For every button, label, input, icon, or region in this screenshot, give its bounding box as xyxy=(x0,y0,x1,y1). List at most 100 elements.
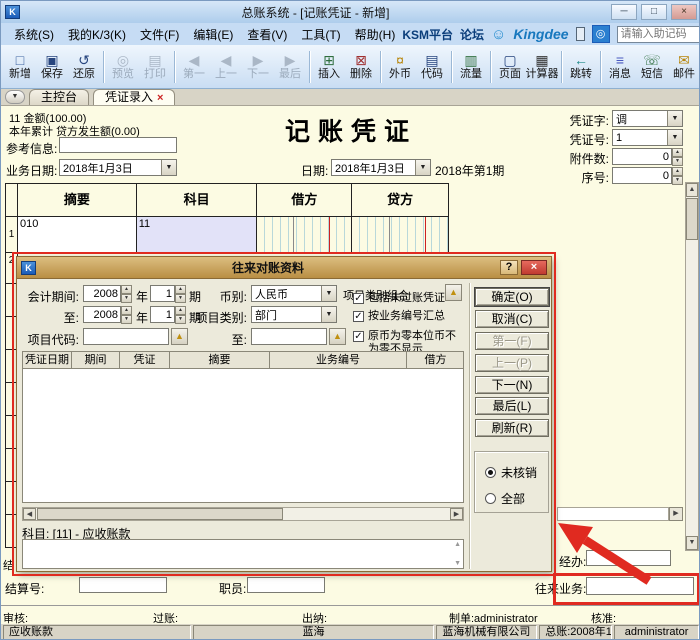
year-to-stepper[interactable]: ▲▼ xyxy=(83,306,132,323)
handler-input[interactable] xyxy=(586,550,671,566)
menu-file[interactable]: 文件(F) xyxy=(133,24,186,45)
debit-cell[interactable] xyxy=(257,217,352,252)
business-input[interactable] xyxy=(586,577,694,595)
checkbox-summarize-by-business-no[interactable]: ✓按业务编号汇总 xyxy=(353,310,469,323)
scroll-up-icon[interactable]: ▲ xyxy=(686,183,698,197)
menu-system[interactable]: 系统(S) xyxy=(7,24,61,45)
spin-down-icon[interactable]: ▼ xyxy=(175,315,186,324)
minimize-icon[interactable]: ─ xyxy=(611,4,637,20)
toolbar-button-insert[interactable]: ⊞插入 xyxy=(313,47,345,87)
chevron-down-icon[interactable]: ▼ xyxy=(667,111,682,126)
refresh-button[interactable]: 刷新(R) xyxy=(475,419,549,437)
dialog-close-icon[interactable]: × xyxy=(521,260,547,275)
menu-help[interactable]: 帮助(H) xyxy=(348,24,403,45)
radio-dot-icon[interactable] xyxy=(485,467,496,478)
radio-dot-icon[interactable] xyxy=(485,493,496,504)
menu-my-k3[interactable]: 我的K/3(K) xyxy=(61,24,133,45)
spin-down-icon[interactable]: ▼ xyxy=(672,157,683,166)
spin-up-icon[interactable]: ▲ xyxy=(121,306,132,315)
menu-view[interactable]: 查看(V) xyxy=(240,24,294,45)
smiley-icon[interactable]: ☺ xyxy=(491,27,506,42)
period-from-input[interactable] xyxy=(150,285,175,302)
ksm-platform-link[interactable]: KSM平台 xyxy=(402,26,453,43)
ok-button[interactable]: 确定(O) xyxy=(475,288,549,306)
voucher-vscrollbar[interactable]: ▲ ▼ xyxy=(685,182,699,551)
checkbox-include-unposted[interactable]: ✓包括未过账凭证 xyxy=(353,292,469,305)
toolbar-button-new[interactable]: □新增 xyxy=(4,47,36,87)
serial-stepper[interactable]: ▲▼ xyxy=(612,167,683,184)
toolbar-button-save[interactable]: ▣保存 xyxy=(36,47,68,87)
year-to-input[interactable] xyxy=(83,306,121,323)
account-cell[interactable]: 11 xyxy=(137,217,258,252)
date-combo[interactable]: 2018年1月3日 ▼ xyxy=(331,159,431,176)
mobile-icon[interactable] xyxy=(576,27,585,41)
code-to-browse-icon[interactable]: ▲ xyxy=(329,328,346,345)
search-icon[interactable]: ◎ xyxy=(592,25,610,43)
spin-down-icon[interactable]: ▼ xyxy=(121,294,132,303)
period-to-input[interactable] xyxy=(150,306,175,323)
reconciliation-table[interactable]: 凭证日期期间凭证摘要业务编号借方 xyxy=(22,351,464,503)
scroll-right-icon[interactable]: ▶ xyxy=(450,508,463,520)
close-icon[interactable]: × xyxy=(671,4,697,20)
tab-voucher-entry[interactable]: 凭证录入× xyxy=(93,89,175,105)
scroll-left-icon[interactable]: ◀ xyxy=(23,508,36,520)
currency-combo[interactable]: 人民币 ▼ xyxy=(251,285,337,302)
spin-up-icon[interactable]: ▲ xyxy=(672,167,683,176)
dlg-col-header[interactable]: 借方 xyxy=(407,352,464,368)
menu-edit[interactable]: 编辑(E) xyxy=(186,24,240,45)
spin-up-icon[interactable]: ▲ xyxy=(672,148,683,157)
toolbar-button-sms[interactable]: ☏短信 xyxy=(636,47,668,87)
biz-date-combo[interactable]: 2018年1月3日 ▼ xyxy=(59,159,177,176)
chevron-down-icon[interactable]: ▼ xyxy=(161,160,176,175)
toolbar-button-cash-flow[interactable]: ▥流量 xyxy=(455,47,487,87)
spin-down-icon[interactable]: ▼ xyxy=(672,176,683,185)
spin-down-icon[interactable]: ▼ xyxy=(175,294,186,303)
spin-up-icon[interactable]: ▲ xyxy=(175,306,186,315)
dialog-title-bar[interactable]: K 往来对账资料 ? × xyxy=(17,257,551,279)
spin-up-icon[interactable]: ▲ xyxy=(175,285,186,294)
dlg-col-header[interactable]: 凭证日期 xyxy=(23,352,72,368)
credit-cell[interactable] xyxy=(352,217,448,252)
toolbar-button-jump[interactable]: ←跳转 xyxy=(565,47,597,87)
dialog-note-textarea[interactable]: ▲ ▼ xyxy=(22,539,464,569)
hscroll-thumb[interactable] xyxy=(37,508,283,520)
checkbox-check-icon[interactable]: ✓ xyxy=(353,311,364,322)
chevron-down-icon[interactable]: ▼ xyxy=(667,130,682,145)
item-code-browse-icon[interactable]: ▲ xyxy=(171,328,188,345)
tab-close-icon[interactable]: × xyxy=(157,92,163,104)
item-code-input[interactable] xyxy=(83,328,169,345)
last-button[interactable]: 最后(L) xyxy=(475,397,549,415)
dialog-hscrollbar[interactable]: ◀ ▶ xyxy=(22,507,464,521)
toolbar-button-restore[interactable]: ↺还原 xyxy=(68,47,100,87)
maximize-icon[interactable]: □ xyxy=(641,4,667,20)
serial-input[interactable] xyxy=(612,167,672,184)
spin-down-icon[interactable]: ▼ xyxy=(121,315,132,324)
checkbox-check-icon[interactable]: ✓ xyxy=(353,293,364,304)
period-to-stepper[interactable]: ▲▼ xyxy=(150,306,186,323)
year-from-input[interactable] xyxy=(83,285,121,302)
dlg-col-header[interactable]: 摘要 xyxy=(170,352,270,368)
chevron-down-icon[interactable]: ▼ xyxy=(321,307,336,322)
toolbar-button-foreign-currency[interactable]: ¤外币 xyxy=(384,47,416,87)
textarea-up-icon[interactable]: ▲ xyxy=(454,541,461,548)
tab-console[interactable]: 主控台 xyxy=(29,89,89,105)
next-button[interactable]: 下一(N) xyxy=(475,376,549,394)
chevron-down-icon[interactable]: ▼ xyxy=(321,286,336,301)
voucher-hscroll-track[interactable] xyxy=(557,507,669,521)
checkbox-check-icon[interactable]: ✓ xyxy=(353,331,364,342)
toolbar-button-delete[interactable]: ⊠删除 xyxy=(345,47,377,87)
period-from-stepper[interactable]: ▲▼ xyxy=(150,285,186,302)
toolbar-button-message[interactable]: ≡消息 xyxy=(604,47,636,87)
toolbar-button-page[interactable]: ▢页面 xyxy=(494,47,526,87)
dlg-col-header[interactable]: 业务编号 xyxy=(270,352,407,368)
radio-unverified[interactable]: 未核销 xyxy=(485,464,537,481)
voucher-word-combo[interactable]: 调 ▼ xyxy=(612,110,683,127)
dlg-col-header[interactable]: 凭证 xyxy=(120,352,170,368)
menu-tools[interactable]: 工具(T) xyxy=(294,24,347,45)
dlg-col-header[interactable]: 期间 xyxy=(72,352,120,368)
scroll-thumb[interactable] xyxy=(686,198,698,240)
cancel-button[interactable]: 取消(C) xyxy=(475,310,549,328)
attachments-input[interactable] xyxy=(612,148,672,165)
toolbar-button-code[interactable]: ▤代码 xyxy=(416,47,448,87)
toolbar-button-calculator[interactable]: ▦计算器 xyxy=(526,47,558,87)
